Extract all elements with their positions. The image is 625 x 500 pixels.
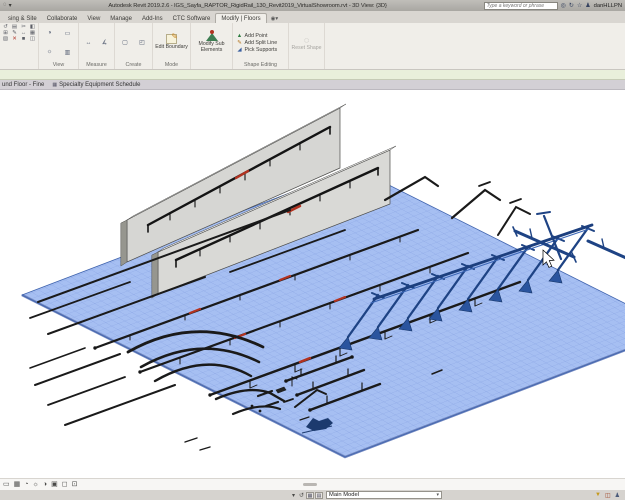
status-caret-icon[interactable]: ▾ <box>292 492 295 499</box>
panel-label-blank2 <box>191 63 232 69</box>
ribbon-panel-shape-editing: ▲ Add Point ✎ Add Split Line ◢ Pick Supp… <box>233 23 289 69</box>
panel-label-blank3 <box>289 63 324 69</box>
scrollbar-thumb[interactable] <box>303 483 317 486</box>
modify-tools-cluster: ↺ ▤ ✂ ◧ ⊞ ✎ ↔ ▦ ▧ ✕ ■ ◫ <box>0 23 38 43</box>
ribbon-panel-modify-sub: Modify Sub Elements <box>191 23 233 69</box>
shadows-icon[interactable]: ◑ <box>43 481 47 489</box>
favorites-icon[interactable]: ☆ <box>577 2 582 9</box>
quick-access-toolbar[interactable]: ◌ ▾ <box>3 2 12 9</box>
select-options-icon[interactable]: ◫ <box>605 492 611 499</box>
tab-view[interactable]: View <box>82 14 105 23</box>
override-icon[interactable]: ▭ <box>65 30 71 37</box>
edit-boundary-button[interactable]: ✎ Edit Boundary <box>155 32 188 51</box>
edit-boundary-icon: ✎ <box>166 32 178 45</box>
panel-label-mode: Mode <box>164 62 179 68</box>
add-split-line-icon: ✎ <box>237 39 242 46</box>
mirror-icon[interactable]: ▧ <box>3 36 8 42</box>
hide-icon[interactable]: ◑ <box>48 30 52 36</box>
panel-label-blank <box>0 43 38 49</box>
ribbon: ↺ ▤ ✂ ◧ ⊞ ✎ ↔ ▦ ▧ ✕ ■ ◫ ◑ ▭ ☼ ▥ View ↔ ∡… <box>0 23 625 70</box>
status-undo-icon[interactable]: ↺ <box>299 492 304 499</box>
tab-collaborate[interactable]: Collaborate <box>42 14 83 23</box>
press-drag-icon[interactable]: ♟ <box>615 492 620 499</box>
sun-icon[interactable]: ☼ <box>47 49 53 55</box>
window-title: Autodesk Revit 2019.2.6 - IGS_Sayfa_RAPT… <box>108 2 387 9</box>
visual-style-icon[interactable]: ◔ <box>24 481 28 489</box>
pin-icon[interactable]: ■ <box>22 36 25 42</box>
schedule-icon: ▦ <box>52 81 58 88</box>
ribbon-panel-measure: ↔ ∡ Measure <box>79 23 115 69</box>
view-tab-ground-floor[interactable]: und Floor - Fine <box>2 82 44 88</box>
angle-icon[interactable]: ∡ <box>102 39 107 46</box>
modify-sub-elements-icon <box>205 29 218 41</box>
ribbon-panel-view: ◑ ▭ ☼ ▥ View <box>39 23 79 69</box>
title-bar: ◌ ▾ Autodesk Revit 2019.2.6 - IGS_Sayfa_… <box>0 0 625 11</box>
pick-supports-icon: ◢ <box>237 46 242 53</box>
model-view[interactable] <box>0 90 625 478</box>
tab-massing-site[interactable]: sing & Site <box>3 14 42 23</box>
view-tab-bar: und Floor - Fine ▦ Specialty Equipment S… <box>0 80 625 90</box>
group-icon[interactable]: ▢ <box>122 39 128 46</box>
panel-label-create: Create <box>125 62 142 68</box>
workset-icon[interactable]: ▦ <box>306 491 315 499</box>
panel-label-view: View <box>52 62 65 68</box>
tab-manage[interactable]: Manage <box>105 14 137 23</box>
assembly-icon[interactable]: ◰ <box>139 39 145 46</box>
pick-supports-button[interactable]: ◢ Pick Supports <box>235 47 287 53</box>
delete-icon[interactable]: ✕ <box>12 36 17 42</box>
drawing-area[interactable] <box>0 90 625 478</box>
modify-sub-elements-button[interactable]: Modify Sub Elements <box>195 29 229 53</box>
ribbon-panel-create: ▢ ◰ Create <box>115 23 153 69</box>
tab-addins[interactable]: Add-Ins <box>137 14 168 23</box>
design-option-dropdown[interactable]: Main Model ▾ <box>326 491 443 499</box>
tab-modify-floors[interactable]: Modify | Floors <box>215 13 267 23</box>
sync-icon[interactable]: ↻ <box>569 2 574 9</box>
reset-shape-icon: ◌ <box>303 34 310 45</box>
chevron-down-icon: ▾ <box>436 492 440 498</box>
workset-edit-icon[interactable]: ▤ <box>315 491 324 499</box>
view-control-bar: ▭ ▦ ◔ ☼ ◑ ▣ ◻ ⊡ <box>0 478 625 490</box>
measure-icon[interactable]: ↔ <box>86 40 92 46</box>
status-bar: ▾ ↺ ▦ ▤ Main Model ▾ ▼ ◫ ♟ <box>0 490 625 500</box>
add-point-button[interactable]: ▲ Add Point <box>235 33 287 39</box>
split-icon[interactable]: ◫ <box>30 36 35 42</box>
ribbon-panel-modify-tools: ↺ ▤ ✂ ◧ ⊞ ✎ ↔ ▦ ▧ ✕ ■ ◫ <box>0 23 39 69</box>
options-bar <box>0 70 625 80</box>
qat-dropdown-icon[interactable]: ▾ <box>9 2 12 9</box>
ribbon-overflow-icon[interactable]: ◉▾ <box>267 14 283 23</box>
signed-in-user[interactable]: danHLLPN <box>594 3 622 9</box>
show-crop-icon[interactable]: ◻ <box>62 481 68 489</box>
view-tab-specialty-schedule[interactable]: ▦ Specialty Equipment Schedule <box>52 82 140 88</box>
filter-icon[interactable]: ▼ <box>595 492 601 499</box>
search-input[interactable] <box>483 1 558 10</box>
reset-shape-button: ◌ Reset Shape <box>291 34 322 51</box>
detail-level-icon[interactable]: ▦ <box>14 481 21 489</box>
panel-label-shape-editing: Shape Editing <box>244 62 277 68</box>
sun-path-icon[interactable]: ☼ <box>32 481 38 489</box>
add-point-icon: ▲ <box>236 32 243 39</box>
user-icon[interactable]: ♟ <box>585 2 590 9</box>
ribbon-panel-mode: ✎ Edit Boundary Mode <box>153 23 191 69</box>
search-icon[interactable]: ◎ <box>561 2 566 9</box>
display-icon[interactable]: ▥ <box>65 49 71 56</box>
scale-icon[interactable]: ▭ <box>3 481 10 489</box>
add-split-line-button[interactable]: ✎ Add Split Line <box>235 40 287 46</box>
ribbon-tab-bar: sing & Site Collaborate View Manage Add-… <box>0 11 625 23</box>
crop-view-icon[interactable]: ▣ <box>51 481 58 489</box>
panel-label-measure: Measure <box>86 62 107 68</box>
tab-ctc-software[interactable]: CTC Software <box>168 14 216 23</box>
app-menu-icon[interactable]: ◌ <box>3 2 7 9</box>
temporary-hide-icon[interactable]: ⊡ <box>72 481 78 489</box>
ribbon-panel-reset: ◌ Reset Shape <box>289 23 325 69</box>
